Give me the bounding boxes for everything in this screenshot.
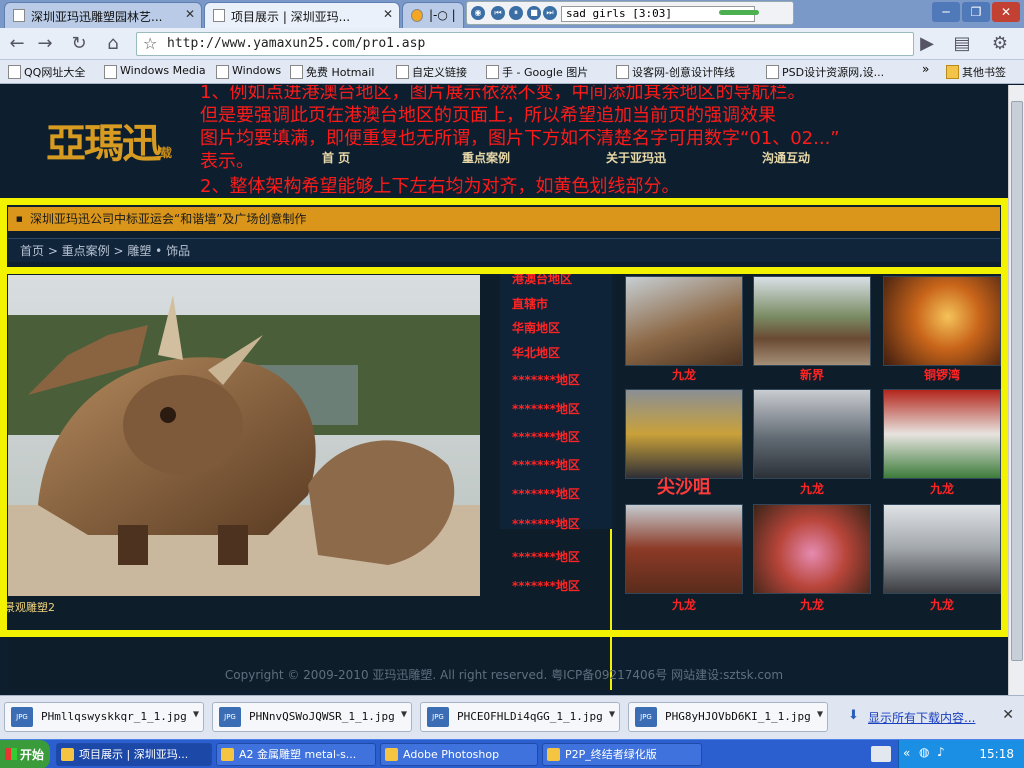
close-downloads-icon[interactable]: ✕: [1002, 707, 1014, 723]
dropdown-arrow-icon[interactable]: ▼: [193, 709, 199, 720]
minimize-icon[interactable]: ─: [932, 2, 960, 22]
logo-text: 亞瑪迅: [46, 120, 162, 167]
download-shelf: JPG PHmllqswyskkqr_1_1.jpg ▼ JPG PHNnvQS…: [0, 695, 1024, 739]
dropdown-arrow-icon[interactable]: ▼: [401, 709, 407, 720]
taskbar-item[interactable]: 项目展示 | 深圳亚玛...: [56, 743, 212, 766]
url-text: http://www.yamaxun25.com/pro1.asp: [167, 36, 426, 51]
nav-about[interactable]: 关于亚玛迅: [606, 149, 666, 166]
scrollbar-thumb[interactable]: [1011, 101, 1023, 661]
close-tab-icon[interactable]: ✕: [383, 7, 393, 21]
nav-contact[interactable]: 沟通互动: [762, 149, 810, 166]
tab-label: 项目展示 | 深圳亚玛...: [231, 10, 351, 24]
taskbar-item[interactable]: Adobe Photoshop: [380, 743, 538, 766]
dropdown-arrow-icon[interactable]: ▼: [609, 709, 615, 720]
nav-key-cases[interactable]: 重点案例: [462, 149, 510, 166]
vertical-scrollbar[interactable]: [1008, 85, 1024, 695]
download-filename: PHCEOFHLDi4qGG_1_1.jpg: [457, 710, 603, 723]
window-controls: ─ ❐ ✕: [930, 2, 1020, 22]
show-all-downloads-link[interactable]: 显示所有下载内容...: [848, 708, 975, 726]
tab-other[interactable]: |-○ |: [402, 2, 464, 28]
annotation-line: 1、例如点进港澳台地区，图片展示依然不变，中间添加其余地区的导航栏。: [200, 85, 806, 103]
network-icon[interactable]: ◍: [919, 745, 929, 759]
toolbar: ← → ↻ ⌂ ☆ http://www.yamaxun25.com/pro1.…: [0, 28, 1024, 60]
pause-icon[interactable]: ⏸: [509, 6, 523, 20]
bookmark-item[interactable]: 手 - Google 图片: [486, 64, 588, 80]
page-menu-icon[interactable]: ▤: [948, 32, 976, 56]
page-icon: [411, 9, 423, 22]
volume-icon[interactable]: ♪: [937, 745, 945, 759]
bookmark-item[interactable]: Windows Media: [104, 64, 206, 79]
bookmark-item[interactable]: PSD设计资源网,设...: [766, 64, 884, 80]
bookmark-item[interactable]: 设客网-创意设计阵线: [616, 64, 735, 80]
bookmark-item[interactable]: 免费 Hotmail: [290, 64, 374, 80]
page-icon: [13, 9, 25, 22]
stop-icon[interactable]: ■: [527, 6, 541, 20]
download-filename: PHmllqswyskkqr_1_1.jpg: [41, 710, 187, 723]
back-icon[interactable]: ←: [4, 32, 30, 56]
restore-icon[interactable]: ❐: [962, 2, 990, 22]
close-tab-icon[interactable]: ✕: [185, 7, 195, 21]
annotation-line: 表示。: [200, 151, 254, 172]
bookmark-star-icon[interactable]: ☆: [143, 33, 157, 55]
jpg-file-icon: JPG: [635, 707, 657, 727]
system-tray: « ◍ ♪ 15:18: [871, 740, 1024, 768]
app-icon: ◉: [471, 6, 485, 20]
clock[interactable]: 15:18: [979, 747, 1014, 761]
dropdown-arrow-icon[interactable]: ▼: [817, 709, 823, 720]
page-icon: [213, 9, 225, 22]
annotation-line: 但是要强调此页在港澳台地区的页面上，所以希望追加当前页的强调效果: [200, 105, 776, 126]
wrench-icon[interactable]: ⚙: [984, 32, 1016, 56]
bookmark-item[interactable]: QQ网址大全: [8, 64, 85, 80]
annotation-line: 2、整体架构希望能够上下左右均为对齐，如黄色划线部分。: [200, 176, 680, 197]
annotation-line: 图片均要填满，即便重复也无所谓，图片下方如不清楚名字可用数字“01、02...”: [200, 128, 840, 149]
more-bookmarks-icon[interactable]: »: [922, 62, 929, 76]
tab-label: |-○ |: [429, 8, 456, 22]
jpg-file-icon: JPG: [11, 707, 33, 727]
logo-sub: 载: [160, 146, 172, 160]
jpg-file-icon: JPG: [427, 707, 449, 727]
bookmark-item[interactable]: 自定义链接: [396, 64, 467, 80]
keyboard-icon[interactable]: [871, 746, 891, 762]
volume-slider[interactable]: [719, 10, 759, 15]
reload-icon[interactable]: ↻: [66, 32, 92, 56]
download-item[interactable]: JPG PHCEOFHLDi4qGG_1_1.jpg ▼: [420, 702, 620, 732]
tab-site-home[interactable]: 深圳亚玛迅雕塑园林艺... ✕: [4, 2, 202, 28]
home-icon[interactable]: ⌂: [100, 32, 126, 56]
forward-icon[interactable]: →: [32, 32, 58, 56]
alignment-guide-main: [0, 267, 1008, 637]
previous-icon[interactable]: ⏮: [491, 6, 505, 20]
bookmarks-bar: QQ网址大全 Windows Media Windows 免费 Hotmail …: [0, 60, 1024, 84]
download-item[interactable]: JPG PHmllqswyskkqr_1_1.jpg ▼: [4, 702, 204, 732]
next-icon[interactable]: ⏭: [543, 6, 557, 20]
bookmark-item[interactable]: Windows: [216, 64, 281, 79]
download-item[interactable]: JPG PHG8yHJOVbD6KI_1_1.jpg ▼: [628, 702, 828, 732]
jpg-file-icon: JPG: [219, 707, 241, 727]
download-filename: PHNnvQSWoJQWSR_1_1.jpg: [249, 710, 395, 723]
go-icon[interactable]: ▶: [914, 32, 940, 56]
site-logo[interactable]: 亞瑪迅载: [46, 111, 196, 179]
close-window-icon[interactable]: ✕: [992, 2, 1020, 22]
tab-strip: 深圳亚玛迅雕塑园林艺... ✕ 项目展示 | 深圳亚玛... ✕ |-○ | ◉…: [0, 0, 1024, 28]
page-viewport: 亞瑪迅载 首 页 重点案例 关于亚玛迅 沟通互动 1、例如点进港澳台地区，图片展…: [0, 85, 1008, 695]
other-bookmarks-folder[interactable]: 其他书签: [946, 64, 1006, 80]
download-item[interactable]: JPG PHNnvQSWoJQWSR_1_1.jpg ▼: [212, 702, 412, 732]
footer-copyright: Copyright © 2009-2010 亚玛迅雕塑. All right r…: [224, 668, 784, 682]
download-filename: PHG8yHJOVbD6KI_1_1.jpg: [665, 710, 811, 723]
tab-label: 深圳亚玛迅雕塑园林艺...: [31, 10, 163, 24]
start-button[interactable]: 开始: [0, 740, 50, 768]
nav-home[interactable]: 首 页: [322, 149, 350, 166]
windows-taskbar: 开始 项目展示 | 深圳亚玛... A2 金属雕塑 metal-s... Ado…: [0, 739, 1024, 768]
expand-tray-icon[interactable]: «: [903, 746, 910, 760]
media-player-bar: ◉ ⏮ ⏸ ■ ⏭ sad girls [3:03]: [466, 1, 794, 25]
taskbar-item[interactable]: P2P_终结者绿化版: [542, 743, 702, 766]
address-bar[interactable]: ☆ http://www.yamaxun25.com/pro1.asp: [136, 32, 914, 56]
taskbar-item[interactable]: A2 金属雕塑 metal-s...: [216, 743, 376, 766]
tab-project-display[interactable]: 项目展示 | 深圳亚玛... ✕: [204, 2, 400, 28]
